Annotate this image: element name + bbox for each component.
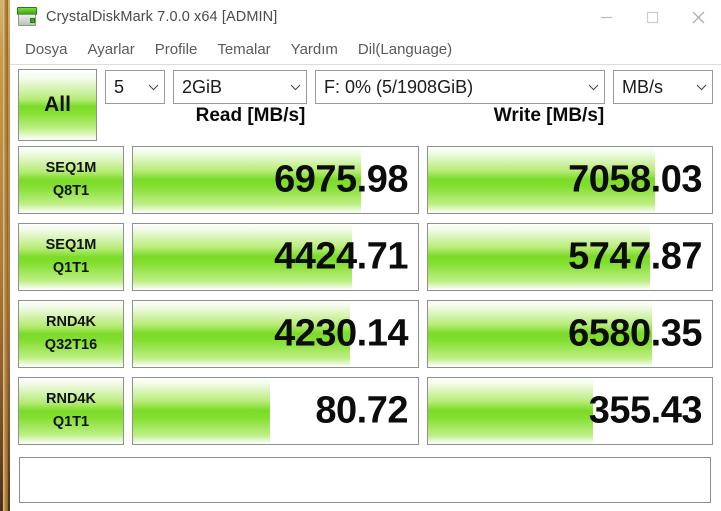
drive-select[interactable]: F: 0% (5/1908GiB): [315, 70, 605, 104]
read-bar-fill: [133, 377, 270, 444]
read-result-rnd4k-q32t16[interactable]: 4230.14: [132, 299, 419, 368]
test-label-line2: Q1T1: [52, 413, 90, 430]
column-header-row: Read [MB/s] Write [MB/s]: [105, 105, 713, 127]
chevron-down-icon: [284, 84, 306, 91]
read-result-seq1m-q8t1[interactable]: 6975.98: [132, 145, 419, 214]
write-result-rnd4k-q1t1[interactable]: 355.43: [427, 376, 713, 445]
desktop-background-inner: [3, 0, 8, 511]
test-label-seq1m-q1t1[interactable]: SEQ1M Q1T1: [18, 222, 124, 291]
all-test-button[interactable]: All: [18, 69, 97, 141]
write-value: 355.43: [588, 389, 703, 431]
test-count-select[interactable]: 5: [105, 70, 165, 104]
crystaldiskmark-window: CrystalDiskMark 7.0.0 x64 [ADMIN] Dosya …: [10, 0, 721, 511]
unit-value: MB/s: [622, 76, 664, 97]
desktop-background-strip: [0, 0, 10, 511]
disk-drive-icon: [16, 6, 38, 28]
chevron-down-icon: [142, 84, 164, 91]
table-row: SEQ1M Q8T1 6975.98 7058.03: [14, 144, 713, 215]
test-count-value: 5: [114, 76, 125, 97]
toolbar-row: All 5 2GiB F: 0% (5/1908GiB) MB/s Read […: [14, 69, 713, 141]
read-result-rnd4k-q1t1[interactable]: 80.72: [132, 376, 419, 445]
table-row: RND4K Q32T16 4230.14 6580.35: [14, 298, 713, 369]
test-label-rnd4k-q1t1[interactable]: RND4K Q1T1: [18, 376, 124, 445]
main-content: All 5 2GiB F: 0% (5/1908GiB) MB/s Read […: [10, 65, 721, 511]
minimize-button[interactable]: [583, 0, 629, 34]
test-label-line1: RND4K: [46, 314, 96, 331]
test-label-line1: SEQ1M: [45, 160, 97, 177]
unit-select[interactable]: MB/s: [613, 70, 713, 104]
menu-bar: Dosya Ayarlar Profile Temalar Yardım Dil…: [10, 34, 721, 65]
chevron-down-icon: [690, 84, 712, 91]
window-title: CrystalDiskMark 7.0.0 x64 [ADMIN]: [46, 9, 278, 25]
chevron-down-icon: [582, 84, 604, 91]
test-label-rnd4k-q32t16[interactable]: RND4K Q32T16: [18, 299, 124, 368]
test-size-select[interactable]: 2GiB: [173, 70, 307, 104]
test-label-line2: Q32T16: [44, 336, 98, 353]
menu-item-dosya[interactable]: Dosya: [15, 39, 78, 60]
maximize-button[interactable]: [629, 0, 675, 34]
test-size-value: 2GiB: [182, 76, 223, 97]
read-value: 6975.98: [274, 158, 408, 200]
test-label-seq1m-q8t1[interactable]: SEQ1M Q8T1: [18, 145, 124, 214]
results-table: SEQ1M Q8T1 6975.98 7058.03 SEQ1M Q1T1 44…: [14, 144, 713, 452]
test-label-line2: Q1T1: [52, 259, 90, 276]
menu-item-temalar[interactable]: Temalar: [207, 39, 280, 60]
close-button[interactable]: [675, 0, 721, 34]
menu-item-profile[interactable]: Profile: [145, 39, 208, 60]
controls-and-headers: 5 2GiB F: 0% (5/1908GiB) MB/s Read [MB/s…: [105, 69, 713, 127]
table-row: SEQ1M Q1T1 4424.71 5747.87: [14, 221, 713, 292]
test-label-line1: RND4K: [46, 391, 96, 408]
comment-input[interactable]: [19, 457, 711, 503]
settings-combo-row: 5 2GiB F: 0% (5/1908GiB) MB/s: [105, 69, 713, 105]
test-label-line1: SEQ1M: [45, 237, 97, 254]
menu-item-yardim[interactable]: Yardım: [281, 39, 348, 60]
window-controls: [583, 0, 721, 34]
write-value: 5747.87: [568, 235, 702, 277]
drive-value: F: 0% (5/1908GiB): [324, 76, 474, 97]
write-bar-fill: [428, 377, 593, 444]
write-result-seq1m-q8t1[interactable]: 7058.03: [427, 145, 713, 214]
write-column-header: Write [MB/s]: [493, 105, 605, 126]
test-label-line2: Q8T1: [52, 182, 90, 199]
menu-item-ayarlar[interactable]: Ayarlar: [78, 39, 145, 60]
write-result-rnd4k-q32t16[interactable]: 6580.35: [427, 299, 713, 368]
write-value: 6580.35: [568, 312, 702, 354]
read-value: 4424.71: [274, 235, 408, 277]
write-result-seq1m-q1t1[interactable]: 5747.87: [427, 222, 713, 291]
disk-drive-icon-led: [30, 18, 35, 23]
write-value: 7058.03: [568, 158, 702, 200]
menu-item-dil[interactable]: Dil(Language): [348, 39, 462, 60]
table-row: RND4K Q1T1 80.72 355.43: [14, 375, 713, 446]
read-value: 4230.14: [274, 312, 408, 354]
title-bar[interactable]: CrystalDiskMark 7.0.0 x64 [ADMIN]: [10, 0, 721, 34]
read-column-header: Read [MB/s]: [195, 105, 306, 126]
read-result-seq1m-q1t1[interactable]: 4424.71: [132, 222, 419, 291]
read-value: 80.72: [315, 389, 408, 431]
